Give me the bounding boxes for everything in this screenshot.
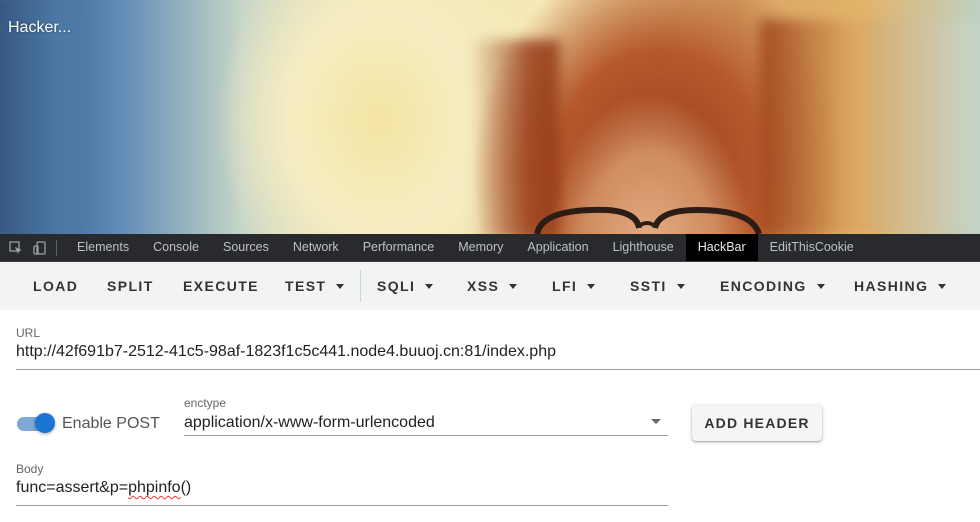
caret-down-icon (676, 283, 685, 289)
tab-lighthouse[interactable]: Lighthouse (601, 234, 686, 261)
caret-down-icon (425, 283, 434, 289)
devtools-separator (56, 239, 57, 256)
post-toggle-thumb[interactable] (35, 413, 55, 433)
page-title: Hacker... (8, 19, 72, 36)
url-underline (16, 369, 980, 370)
body-underline (16, 505, 668, 506)
hackbar-toolbar: LOAD SPLIT EXECUTE TEST SQLI XSS LFI SST… (0, 262, 980, 310)
test-label: TEST (285, 278, 327, 294)
caret-down-icon (336, 283, 345, 289)
hashing-label: HASHING (854, 278, 929, 294)
device-toggle-icon[interactable] (30, 238, 50, 258)
url-input[interactable]: http://42f691b7-2512-41c5-98af-1823f1c5c… (16, 343, 556, 361)
tab-memory[interactable]: Memory (446, 234, 515, 261)
execute-button[interactable]: EXECUTE (183, 262, 259, 310)
encoding-label: ENCODING (720, 278, 807, 294)
xss-label: XSS (467, 278, 500, 294)
tab-sources[interactable]: Sources (211, 234, 281, 261)
page-preview-image: Hacker... (0, 0, 980, 234)
caret-down-icon (816, 283, 825, 289)
body-text-suffix: () (180, 479, 192, 496)
url-label: URL (16, 326, 41, 340)
load-button[interactable]: LOAD (33, 262, 78, 310)
lfi-label: LFI (552, 278, 578, 294)
tab-performance[interactable]: Performance (351, 234, 447, 261)
glasses-shape (534, 206, 762, 234)
body-text-misspelled: phpinfo (128, 479, 181, 496)
tab-elements[interactable]: Elements (65, 234, 141, 261)
sqli-label: SQLI (377, 278, 416, 294)
caret-down-icon (587, 283, 596, 289)
encoding-dropdown[interactable]: ENCODING (720, 262, 825, 310)
lfi-dropdown[interactable]: LFI (552, 262, 596, 310)
tab-application[interactable]: Application (515, 234, 600, 261)
inspect-element-icon[interactable] (6, 238, 26, 258)
dropdown-arrow-icon[interactable] (651, 419, 661, 424)
tab-hackbar[interactable]: HackBar (685, 234, 758, 261)
enctype-underline (184, 435, 668, 436)
ssti-label: SSTI (630, 278, 667, 294)
devtools-tab-bar: Elements Console Sources Network Perform… (0, 234, 980, 262)
xss-dropdown[interactable]: XSS (467, 262, 518, 310)
tab-console[interactable]: Console (141, 234, 211, 261)
test-dropdown[interactable]: TEST (285, 262, 345, 310)
enctype-select[interactable]: application/x-www-form-urlencoded (184, 414, 435, 432)
sqli-dropdown[interactable]: SQLI (377, 262, 434, 310)
toolbar-divider (360, 270, 361, 302)
tab-editthiscookie[interactable]: EditThisCookie (758, 234, 866, 261)
enable-post-label[interactable]: Enable POST (62, 415, 160, 433)
body-input[interactable]: func=assert&p=phpinfo() (16, 479, 191, 497)
caret-down-icon (938, 283, 947, 289)
add-header-button[interactable]: ADD HEADER (692, 405, 822, 441)
body-label: Body (16, 462, 44, 476)
enctype-label: enctype (184, 396, 227, 410)
hashing-dropdown[interactable]: HASHING (854, 262, 947, 310)
caret-down-icon (509, 283, 518, 289)
tab-network[interactable]: Network (281, 234, 351, 261)
ssti-dropdown[interactable]: SSTI (630, 262, 685, 310)
split-button[interactable]: SPLIT (107, 262, 154, 310)
body-text-prefix: func=assert&p= (16, 479, 129, 496)
